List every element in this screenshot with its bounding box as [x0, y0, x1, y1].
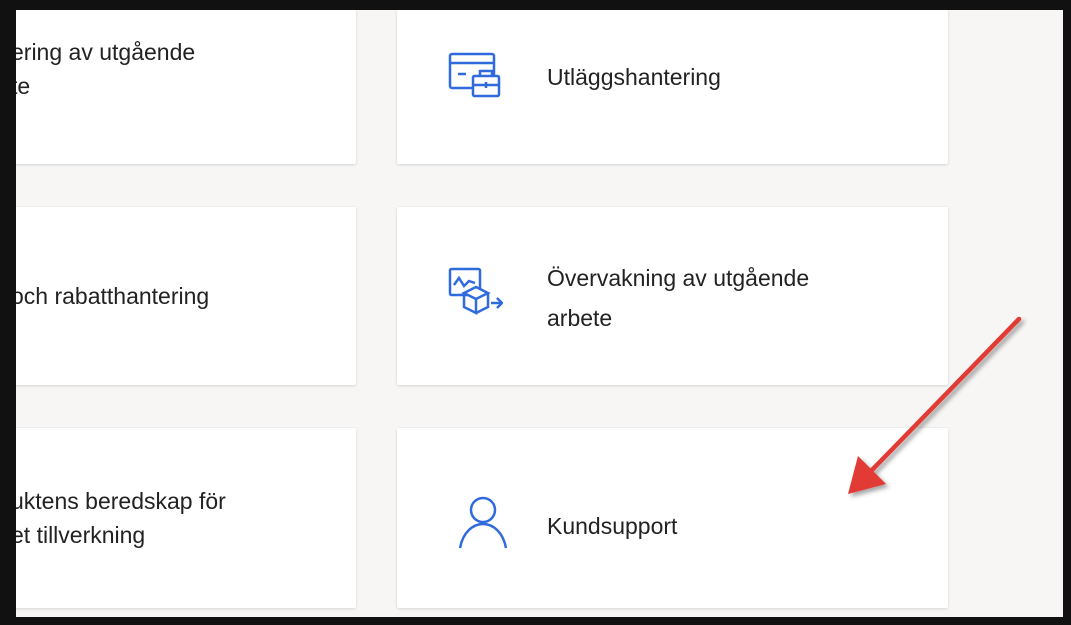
tile-expense-management[interactable]: Utläggshantering — [397, 10, 948, 164]
tile-label: och rabatthantering — [16, 279, 209, 313]
tile-label: uktens beredskap för et tillverkning — [16, 484, 226, 552]
tile-production-readiness[interactable]: uktens beredskap för et tillverkning — [16, 428, 356, 608]
tile-outbound-left[interactable]: ering av utgående te — [16, 10, 356, 164]
tile-rebate-management[interactable]: och rabatthantering — [16, 207, 356, 385]
tile-label-line1: och rabatthantering — [16, 283, 210, 309]
tile-outbound-work-monitoring[interactable]: Övervakning av utgående arbete — [397, 207, 948, 385]
tile-label-line1: Utläggshantering — [547, 64, 721, 90]
tile-label: Kundsupport — [547, 509, 677, 543]
tile-customer-support[interactable]: Kundsupport — [397, 428, 948, 608]
tile-label-line1: Kundsupport — [547, 513, 678, 539]
tile-label: Utläggshantering — [547, 60, 721, 94]
tile-label: Övervakning av utgående arbete — [547, 261, 809, 335]
expense-card-icon — [447, 48, 503, 104]
tile-label-line1: Övervakning av utgående — [547, 265, 810, 291]
tile-label-line1: uktens beredskap för — [16, 488, 226, 514]
tile-label-line2: arbete — [547, 305, 613, 331]
tile-label-line2: te — [16, 73, 31, 99]
tile-label-line2: et tillverkning — [16, 522, 146, 548]
tile-label: ering av utgående te — [16, 35, 195, 103]
workspace-tiles-area: ering av utgående te och rabatthantering… — [16, 10, 1063, 617]
tile-label-line1: ering av utgående — [16, 39, 196, 65]
person-icon — [455, 494, 511, 550]
outbound-monitor-icon — [447, 265, 503, 321]
